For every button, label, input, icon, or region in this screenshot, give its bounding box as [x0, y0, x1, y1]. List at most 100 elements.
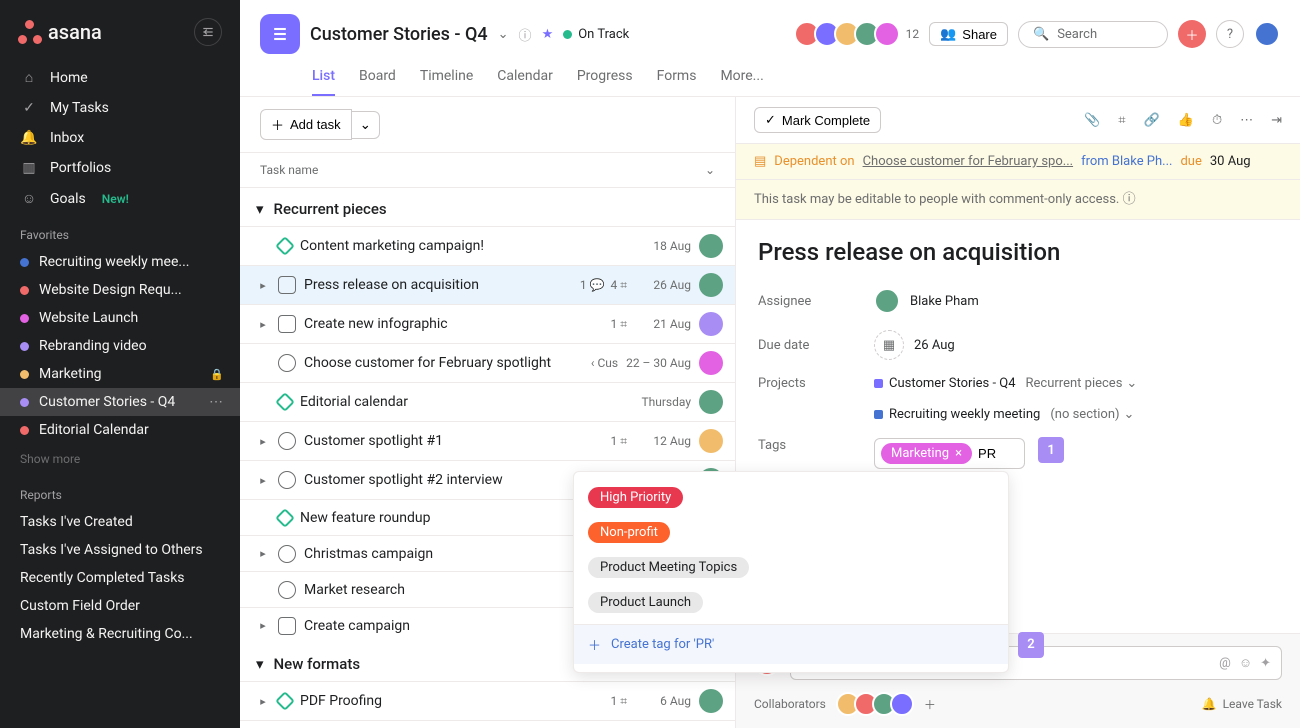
- emoji-icon[interactable]: ☺: [1239, 655, 1252, 671]
- project-title[interactable]: Customer Stories - Q4: [310, 24, 488, 45]
- nav-inbox[interactable]: 🔔Inbox: [0, 123, 240, 153]
- add-task-dropdown[interactable]: ⌄: [352, 111, 380, 139]
- link-icon[interactable]: 🔗: [1144, 113, 1160, 128]
- star-icon[interactable]: ★: [542, 27, 554, 42]
- dep-task-link[interactable]: Choose customer for February spo...: [863, 154, 1073, 169]
- tag-option[interactable]: Product Meeting Topics: [574, 550, 1008, 585]
- star-icon[interactable]: ✦: [1260, 656, 1271, 671]
- sidebar-item-report[interactable]: Marketing & Recruiting Co...: [0, 620, 240, 648]
- complete-check-icon[interactable]: [278, 315, 296, 333]
- at-icon[interactable]: @: [1219, 656, 1231, 671]
- complete-check-icon[interactable]: [275, 392, 295, 412]
- nav-portfolios[interactable]: ▥Portfolios: [0, 153, 240, 183]
- leave-task-button[interactable]: 🔔 Leave Task: [1202, 697, 1282, 711]
- help-button[interactable]: ?: [1216, 20, 1244, 48]
- section-selector[interactable]: Recurrent pieces ⌄: [1026, 376, 1138, 391]
- task-row[interactable]: ▸Press release on acquisition1 💬4 ⌗26 Au…: [240, 265, 735, 304]
- chevron-down-icon[interactable]: ⌄: [498, 27, 509, 42]
- assignee-avatar[interactable]: [699, 351, 723, 375]
- quick-add-button[interactable]: ＋: [1178, 20, 1206, 48]
- column-header[interactable]: Task name ⌄: [240, 153, 735, 188]
- assignee-avatar[interactable]: [699, 390, 723, 414]
- sidebar-item-favorite[interactable]: Customer Stories - Q4⋯: [0, 388, 240, 416]
- caret-down-icon[interactable]: ▾: [256, 655, 264, 673]
- sidebar-item-report[interactable]: Tasks I've Created: [0, 508, 240, 536]
- add-collaborator-button[interactable]: ＋: [924, 696, 936, 713]
- sidebar-item-favorite[interactable]: Recruiting weekly mee...: [0, 248, 240, 276]
- dep-from-link[interactable]: from Blake Ph...: [1081, 154, 1172, 169]
- info-icon[interactable]: ⓘ: [519, 25, 532, 44]
- subtask-icon[interactable]: ⌗: [1118, 113, 1125, 128]
- task-row[interactable]: ▸Customer spotlight #11 ⌗12 Aug: [240, 421, 735, 460]
- complete-check-icon[interactable]: [278, 354, 296, 372]
- more-icon[interactable]: ⋯: [209, 394, 224, 410]
- project-pill[interactable]: Recruiting weekly meeting: [874, 407, 1040, 422]
- tag-option[interactable]: Non-profit: [574, 515, 1008, 550]
- complete-check-icon[interactable]: [278, 581, 296, 599]
- tab-forms[interactable]: Forms: [657, 62, 697, 96]
- duedate-field[interactable]: ▦ 26 Aug: [874, 330, 955, 360]
- nav-goals[interactable]: ☺GoalsNew!: [0, 183, 240, 214]
- add-task-button[interactable]: ＋ Add task: [260, 109, 352, 140]
- task-row[interactable]: ▸PDF Proofing1 ⌗6 Aug: [240, 681, 735, 720]
- complete-check-icon[interactable]: [275, 691, 295, 711]
- sidebar-item-favorite[interactable]: Editorial Calendar: [0, 416, 240, 444]
- tab-timeline[interactable]: Timeline: [420, 62, 473, 96]
- attachment-icon[interactable]: 📎: [1084, 113, 1100, 128]
- caret-right-icon[interactable]: ▸: [256, 547, 270, 560]
- caret-right-icon[interactable]: ▸: [256, 279, 270, 292]
- caret-right-icon[interactable]: ▸: [256, 619, 270, 632]
- caret-right-icon[interactable]: ▸: [256, 318, 270, 331]
- sidebar-item-favorite[interactable]: Website Design Requ...: [0, 276, 240, 304]
- task-row[interactable]: Content marketing campaign!18 Aug: [240, 226, 735, 265]
- logo[interactable]: asana: [18, 20, 102, 44]
- collaborator-avatars[interactable]: [836, 692, 914, 716]
- assignee-field[interactable]: Blake Pham: [874, 288, 979, 314]
- task-row[interactable]: Choose customer for February spotlight‹ …: [240, 343, 735, 382]
- complete-check-icon[interactable]: [275, 236, 295, 256]
- status-pill[interactable]: On Track: [563, 27, 629, 42]
- user-avatar[interactable]: [1254, 21, 1280, 47]
- complete-check-icon[interactable]: [278, 617, 296, 635]
- task-row[interactable]: ▸Create new infographic1 ⌗21 Aug: [240, 304, 735, 343]
- tab-board[interactable]: Board: [359, 62, 396, 96]
- caret-right-icon[interactable]: ▸: [256, 695, 270, 708]
- sidebar-item-report[interactable]: Custom Field Order: [0, 592, 240, 620]
- complete-check-icon[interactable]: [275, 508, 295, 528]
- tab-list[interactable]: List: [312, 62, 335, 96]
- section-selector[interactable]: (no section) ⌄: [1050, 407, 1134, 422]
- show-more-link[interactable]: Show more: [0, 444, 240, 474]
- complete-check-icon[interactable]: [278, 276, 296, 294]
- tag-option[interactable]: Product Launch: [574, 585, 1008, 620]
- tag-text-input[interactable]: [978, 446, 1018, 461]
- section-header[interactable]: ▾Recurrent pieces: [240, 188, 735, 226]
- sidebar-item-favorite[interactable]: Rebranding video: [0, 332, 240, 360]
- task-row[interactable]: Work-life balance newsletterThursday: [240, 720, 735, 728]
- task-row[interactable]: Editorial calendarThursday: [240, 382, 735, 421]
- caret-right-icon[interactable]: ▸: [256, 474, 270, 487]
- caret-right-icon[interactable]: ▸: [256, 435, 270, 448]
- create-tag-option[interactable]: ＋ Create tag for 'PR' 2: [574, 624, 1008, 664]
- assignee-avatar[interactable]: [699, 689, 723, 713]
- tab-calendar[interactable]: Calendar: [497, 62, 553, 96]
- assignee-avatar[interactable]: [699, 273, 723, 297]
- close-panel-icon[interactable]: ⇥: [1271, 113, 1282, 128]
- member-avatars[interactable]: 12: [794, 21, 920, 47]
- sidebar-item-favorite[interactable]: Website Launch: [0, 304, 240, 332]
- nav-home[interactable]: ⌂Home: [0, 62, 240, 93]
- timer-icon[interactable]: ⏱: [1212, 113, 1222, 128]
- nav-my-tasks[interactable]: ✓My Tasks: [0, 93, 240, 123]
- sidebar-item-report[interactable]: Tasks I've Assigned to Others: [0, 536, 240, 564]
- more-icon[interactable]: ⋯: [1240, 113, 1253, 128]
- info-icon[interactable]: ⓘ: [1123, 192, 1136, 207]
- project-pill[interactable]: Customer Stories - Q4: [874, 376, 1016, 391]
- project-icon[interactable]: [260, 14, 300, 54]
- collapse-sidebar-button[interactable]: [194, 18, 222, 46]
- caret-down-icon[interactable]: ▾: [256, 200, 264, 218]
- task-title[interactable]: Press release on acquisition: [736, 220, 1300, 280]
- tab-progress[interactable]: Progress: [577, 62, 633, 96]
- mark-complete-button[interactable]: ✓ Mark Complete: [754, 107, 881, 133]
- sidebar-item-report[interactable]: Recently Completed Tasks: [0, 564, 240, 592]
- search-input[interactable]: 🔍Search: [1018, 21, 1168, 48]
- complete-check-icon[interactable]: [278, 545, 296, 563]
